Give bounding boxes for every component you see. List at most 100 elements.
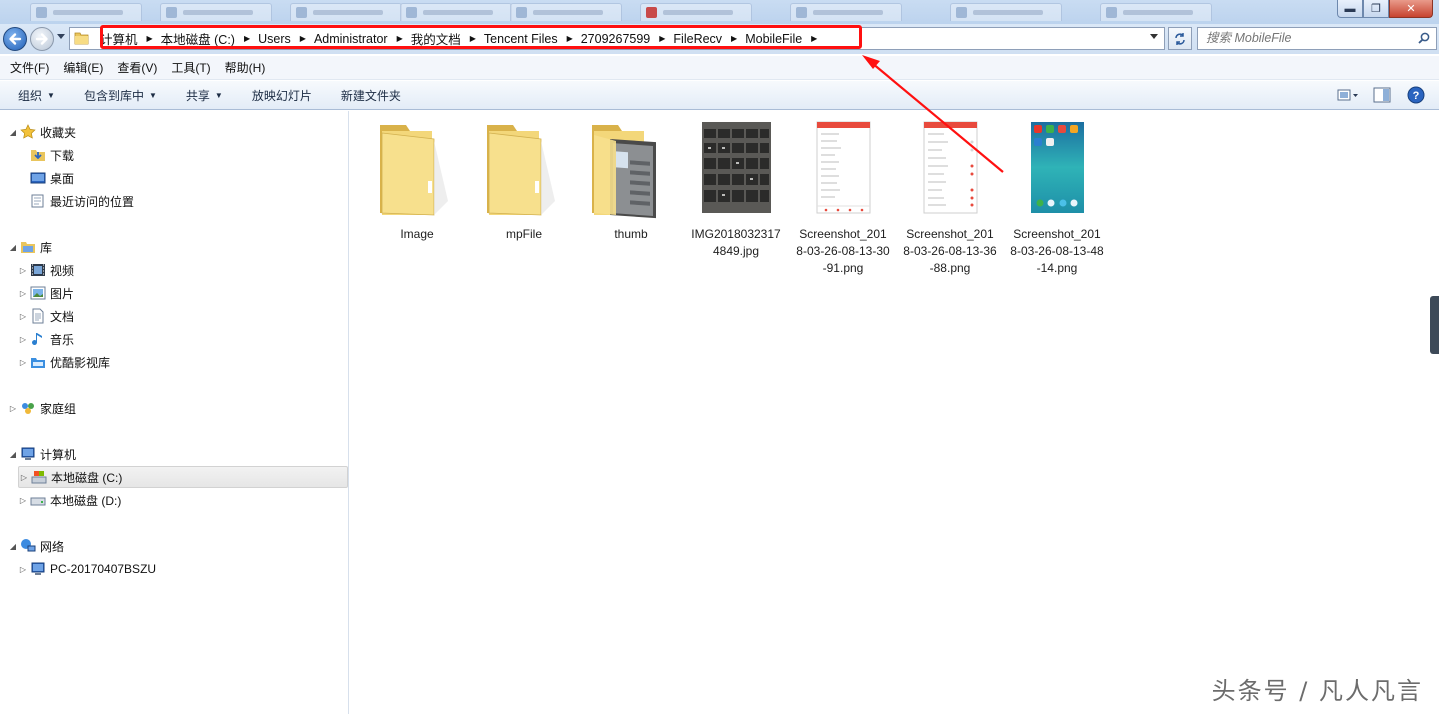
expanded-triangle-icon: ◢ [9, 541, 17, 551]
search-icon[interactable] [1418, 32, 1430, 44]
breadcrumb-item[interactable]: 计算机 [100, 29, 138, 48]
collapsed-triangle-icon: ▷ [19, 288, 27, 298]
file-name: Screenshot_2018-03-26-08-13-48-14.png [1010, 227, 1104, 275]
nav-favorites[interactable]: ◢ 收藏夹 [8, 121, 76, 143]
view-controls: ? [1325, 86, 1427, 104]
file-item-screenshot[interactable]: Screenshot_2018-03-26-08-13-36-88.png [901, 119, 999, 277]
new-folder-button[interactable]: 新建文件夹 [341, 87, 401, 104]
breadcrumb-item[interactable]: Tencent Files [484, 32, 558, 46]
menu-bar: 文件(F) 编辑(E) 查看(V) 工具(T) 帮助(H) [0, 56, 1439, 80]
background-tab [640, 3, 752, 21]
breadcrumb-separator-icon[interactable]: ▶ [147, 34, 153, 43]
history-dropdown[interactable] [57, 33, 67, 45]
address-bar[interactable]: 计算机 ▶ 本地磁盘 (C:) ▶ Users ▶ Administrator ▶ 我的文档 ▶ T… [69, 27, 1165, 50]
nav-computer[interactable]: ◢ 计算机 [8, 443, 76, 465]
home-screen-screenshot-thumbnail [1031, 122, 1084, 213]
arrow-right-icon [35, 33, 48, 45]
nav-item-pictures[interactable]: ▷ 图片 [18, 282, 74, 304]
menu-file[interactable]: 文件(F) [10, 59, 49, 76]
breadcrumb-item[interactable]: Users [258, 32, 291, 46]
breadcrumb-item[interactable]: 本地磁盘 (C:) [161, 29, 235, 48]
file-name: Screenshot_2018-03-26-08-13-30-91.png [796, 227, 890, 275]
breadcrumb-separator-icon[interactable]: ▶ [470, 34, 476, 43]
breadcrumb-separator-icon[interactable]: ▶ [731, 34, 737, 43]
network-icon [21, 539, 36, 552]
nav-item-network-pc[interactable]: ▷ PC-20170407BSZU [18, 558, 156, 580]
file-list: Image mpFile thumb IMG20180323174849.jpg… [350, 111, 1439, 714]
share-button[interactable]: 共享 ▼ [186, 87, 223, 104]
include-in-library-button[interactable]: 包含到库中 ▼ [84, 87, 157, 104]
file-item-mpfile-folder[interactable]: mpFile [475, 119, 573, 243]
maximize-button[interactable]: ❐ [1363, 0, 1389, 18]
arrow-left-icon [9, 33, 22, 45]
minimize-button[interactable]: ▬ [1337, 0, 1363, 18]
file-item-screenshot[interactable]: Screenshot_2018-03-26-08-13-48-14.png [1008, 119, 1106, 277]
refresh-icon [1175, 32, 1185, 45]
breadcrumb-separator-icon[interactable]: ▶ [811, 34, 817, 43]
nav-item-drive-c[interactable]: ▷ 本地磁盘 (C:) [18, 466, 348, 488]
nav-network[interactable]: ◢ 网络 [8, 535, 64, 557]
nav-item-youku-library[interactable]: ▷ 优酷影视库 [18, 351, 110, 373]
search-input[interactable] [1206, 31, 1411, 45]
breadcrumb-separator-icon[interactable]: ▶ [567, 34, 573, 43]
breadcrumb-separator-icon[interactable]: ▶ [244, 34, 250, 43]
menu-help[interactable]: 帮助(H) [225, 59, 266, 76]
nav-item-label: 音乐 [50, 332, 75, 347]
nav-item-music[interactable]: ▷ 音乐 [18, 328, 74, 350]
file-item-thumb-folder[interactable]: thumb [582, 119, 680, 243]
breadcrumb-item[interactable]: MobileFile [745, 32, 802, 46]
breadcrumb-separator-icon[interactable]: ▶ [659, 34, 665, 43]
file-name: thumb [614, 227, 648, 241]
breadcrumb-separator-icon[interactable]: ▶ [300, 34, 306, 43]
organize-button[interactable]: 组织 ▼ [18, 87, 55, 104]
collapsed-triangle-icon: ▷ [19, 564, 27, 574]
nav-libraries[interactable]: ◢ 库 [8, 236, 52, 258]
nav-item-videos[interactable]: ▷ 视频 [18, 259, 74, 281]
nav-item-documents[interactable]: ▷ 文档 [18, 305, 74, 327]
nav-item-recent-places[interactable]: 最近访问的位置 [28, 190, 134, 212]
slideshow-button[interactable]: 放映幻灯片 [252, 87, 312, 104]
chevron-down-icon: ▼ [47, 90, 55, 100]
menu-tools[interactable]: 工具(T) [171, 59, 210, 76]
breadcrumb-item[interactable]: Administrator [314, 32, 388, 46]
nav-item-downloads[interactable]: 下载 [28, 144, 74, 166]
svg-text:?: ? [1413, 90, 1420, 102]
breadcrumb-item[interactable]: FileRecv [673, 32, 722, 46]
scroll-handle[interactable] [1430, 296, 1439, 354]
homegroup-icon [22, 403, 34, 414]
nav-item-label: 本地磁盘 (D:) [50, 493, 122, 508]
help-button[interactable]: ? [1405, 86, 1427, 104]
file-item-screenshot[interactable]: Screenshot_2018-03-26-08-13-30-91.png [794, 119, 892, 277]
nav-homegroup[interactable]: ▷ 家庭组 [8, 397, 76, 419]
collapsed-triangle-icon: ▷ [9, 403, 17, 413]
folder-with-preview-icon [592, 125, 656, 219]
background-tab [790, 3, 902, 21]
background-tab [510, 3, 622, 21]
settings-screenshot-thumbnail [923, 121, 978, 214]
file-item-image-folder[interactable]: Image [368, 119, 466, 243]
file-item-photo[interactable]: IMG20180323174849.jpg [687, 119, 785, 260]
breadcrumb-item[interactable]: 2709267599 [581, 32, 651, 46]
refresh-button[interactable] [1168, 27, 1192, 50]
breadcrumb-separator-icon[interactable]: ▶ [397, 34, 403, 43]
folder-icon [74, 32, 89, 45]
preview-pane-button[interactable] [1371, 86, 1393, 104]
collapsed-triangle-icon: ▷ [19, 495, 27, 505]
nav-item-label: PC-20170407BSZU [50, 562, 157, 576]
close-button[interactable]: ✕ [1389, 0, 1433, 18]
breadcrumb-item[interactable]: 我的文档 [411, 29, 461, 48]
network-computer-icon [31, 562, 45, 575]
expanded-triangle-icon: ◢ [9, 449, 17, 459]
breadcrumb: 计算机 ▶ 本地磁盘 (C:) ▶ Users ▶ Administrator ▶ 我的文档 ▶ T… [100, 28, 825, 49]
change-view-button[interactable] [1337, 86, 1359, 104]
back-button[interactable] [3, 27, 27, 51]
music-icon [32, 333, 42, 345]
nav-item-label: 本地磁盘 (C:) [51, 470, 123, 485]
forward-button[interactable] [30, 27, 54, 51]
menu-view[interactable]: 查看(V) [117, 59, 157, 76]
address-dropdown[interactable] [1150, 32, 1158, 42]
menu-edit[interactable]: 编辑(E) [63, 59, 103, 76]
nav-item-desktop[interactable]: 桌面 [28, 167, 74, 189]
collapsed-triangle-icon: ▷ [19, 311, 27, 321]
nav-item-drive-d[interactable]: ▷ 本地磁盘 (D:) [18, 489, 121, 511]
